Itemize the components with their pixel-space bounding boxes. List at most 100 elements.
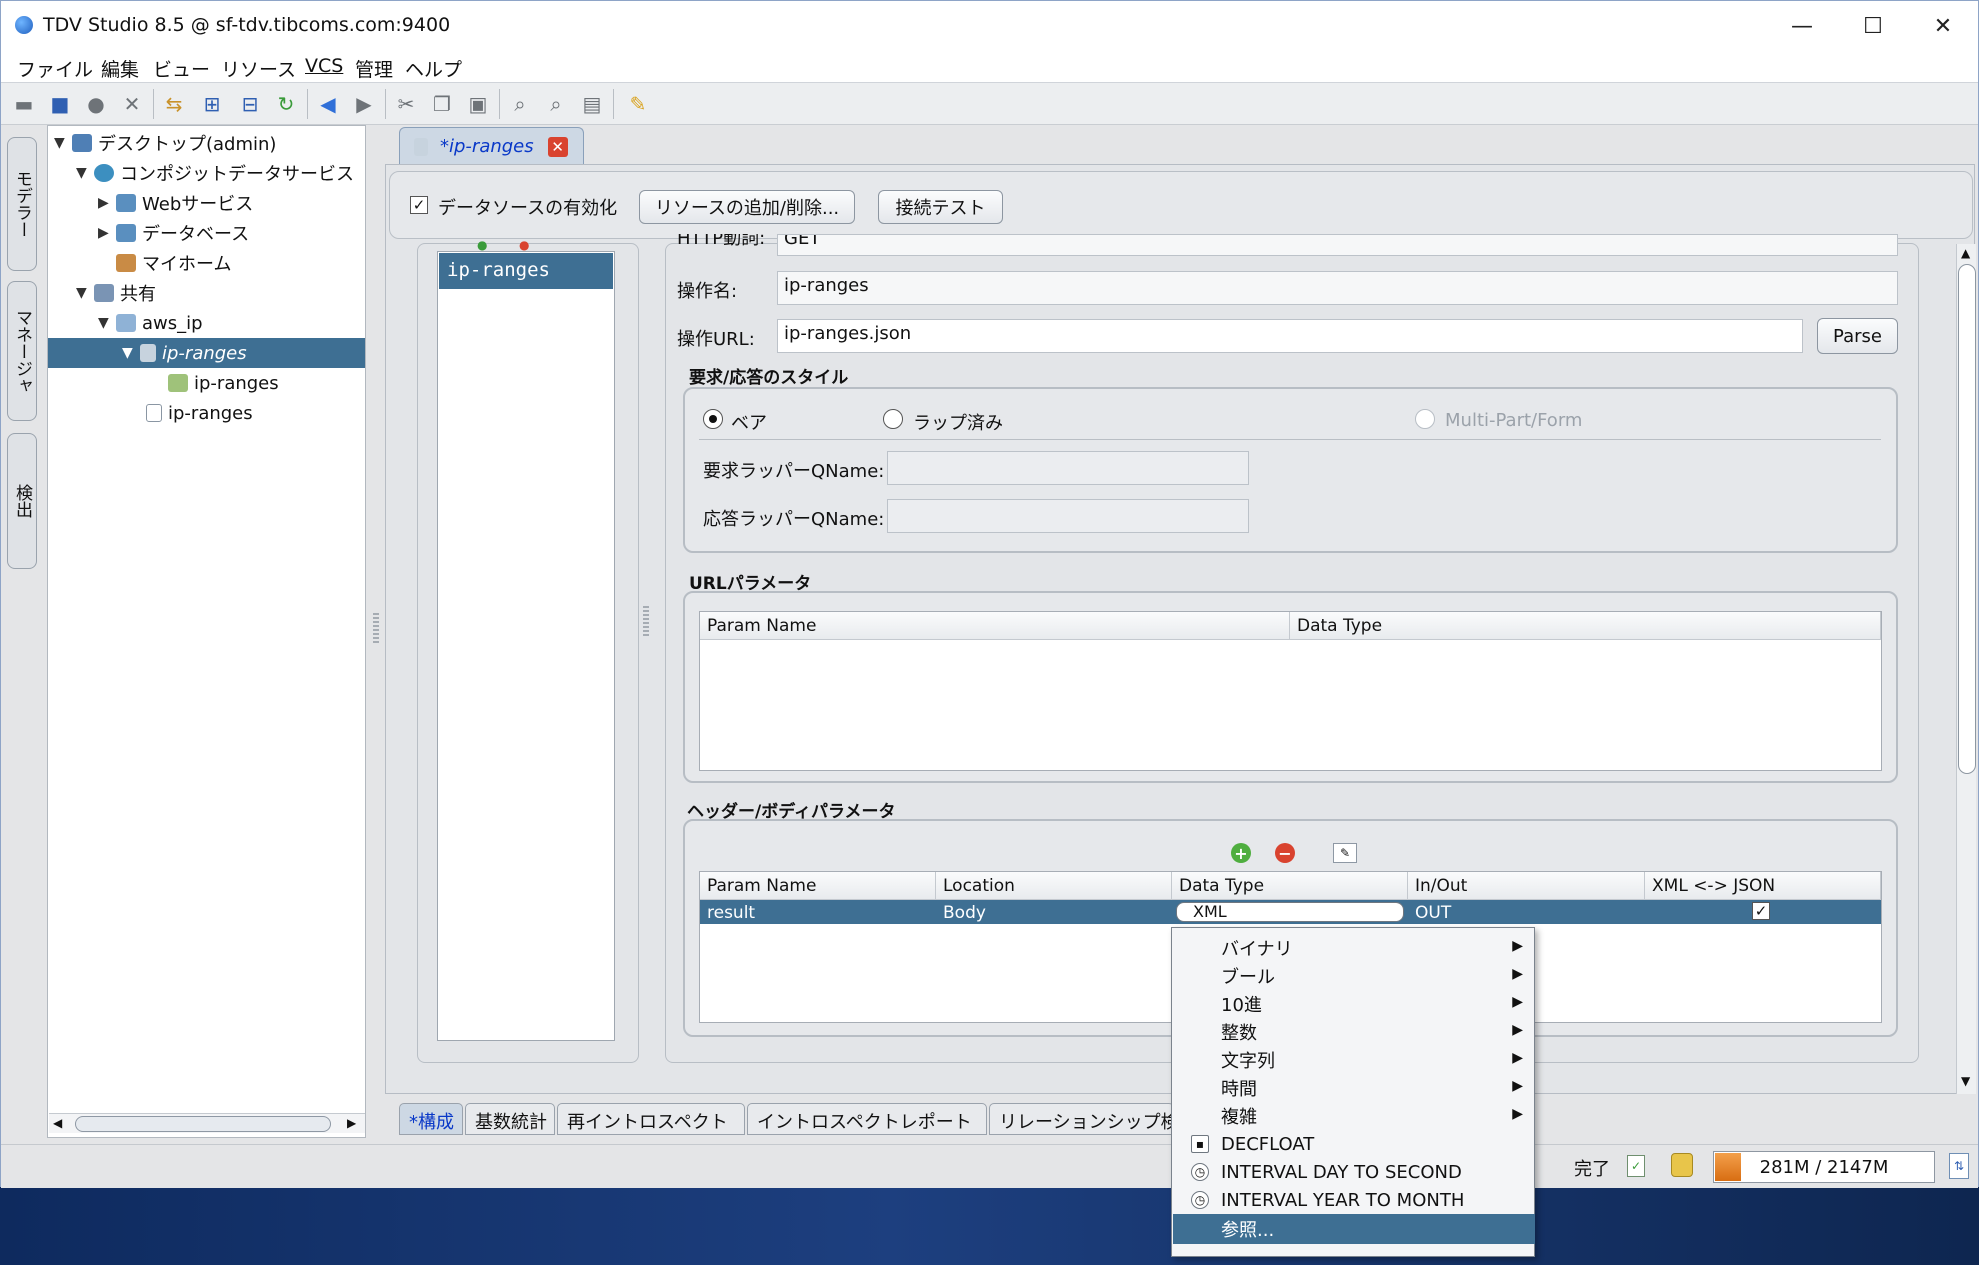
col-in-out[interactable]: In/Out bbox=[1408, 872, 1645, 900]
menu-item-decfloat[interactable]: ▪ DECFLOAT bbox=[1173, 1130, 1535, 1158]
menu-item-complex[interactable]: 複雑 ▶ bbox=[1173, 1102, 1535, 1130]
expanded-triangle-icon[interactable]: ▼ bbox=[76, 165, 94, 181]
col-param-name[interactable]: Param Name bbox=[700, 872, 936, 900]
operation-name-input[interactable]: ip-ranges bbox=[777, 271, 1898, 305]
operation-item-ip-ranges[interactable]: ip-ranges bbox=[439, 253, 613, 289]
url-param-name-header[interactable]: Param Name bbox=[700, 612, 1290, 640]
url-param-type-header[interactable]: Data Type bbox=[1290, 612, 1881, 640]
refresh-icon[interactable]: ↻ bbox=[273, 91, 299, 117]
garbage-collect-icon[interactable]: ⇅ bbox=[1949, 1153, 1969, 1179]
tree-item-composite-data-services[interactable]: ▼ コンポジットデータサービス bbox=[48, 158, 365, 188]
expanded-triangle-icon[interactable]: ▼ bbox=[54, 135, 72, 151]
menu-item-string[interactable]: 文字列 ▶ bbox=[1173, 1046, 1535, 1074]
edit-param-icon[interactable]: ✎ bbox=[1333, 843, 1357, 863]
tree-item-ip-ranges-datasource[interactable]: ▼ ip-ranges bbox=[48, 338, 365, 368]
delete-icon[interactable]: ✕ bbox=[119, 91, 145, 117]
collapse-icon[interactable]: ⊟ bbox=[237, 91, 263, 117]
enable-datasource-checkbox[interactable]: ✓ bbox=[410, 196, 428, 214]
forward-arrow-icon[interactable]: ▶ bbox=[351, 91, 377, 117]
side-tab-manager[interactable]: マネージャ bbox=[7, 281, 37, 421]
menu-item-interval-day-to-second[interactable]: ◷ INTERVAL DAY TO SECOND bbox=[1173, 1158, 1535, 1186]
menu-edit[interactable]: 編集 bbox=[101, 55, 139, 82]
tab-close-icon[interactable]: ✕ bbox=[547, 136, 568, 157]
remove-operation-icon[interactable]: ● bbox=[519, 238, 529, 252]
add-param-icon[interactable]: + bbox=[1231, 843, 1251, 863]
tab-cardinality-stats[interactable]: 基数統計 bbox=[465, 1103, 555, 1135]
editor-vertical-scrollbar[interactable]: ▲ ▼ bbox=[1956, 244, 1976, 1094]
tree-item-desktop[interactable]: ▼ デスクトップ(admin) bbox=[48, 128, 365, 158]
maximize-button[interactable]: ☐ bbox=[1838, 1, 1908, 51]
response-wrapper-qname-input[interactable] bbox=[887, 499, 1249, 533]
cut-icon[interactable]: ✂ bbox=[393, 91, 419, 117]
save-all-icon[interactable]: ● bbox=[83, 91, 109, 117]
parse-button[interactable]: Parse bbox=[1817, 318, 1898, 354]
multipart-radio[interactable] bbox=[1415, 409, 1435, 429]
menu-view[interactable]: ビュー bbox=[153, 55, 210, 82]
open-folder-icon[interactable]: ▬ bbox=[11, 91, 37, 117]
menu-vcs[interactable]: VCS bbox=[305, 55, 343, 77]
scroll-thumb[interactable] bbox=[75, 1116, 331, 1132]
save-icon[interactable]: ■ bbox=[47, 91, 73, 117]
paste-icon[interactable]: ▣ bbox=[465, 91, 491, 117]
copy-icon[interactable]: ❐ bbox=[429, 91, 455, 117]
http-method-select[interactable]: GET bbox=[777, 234, 1898, 256]
add-remove-resource-button[interactable]: リソースの追加/削除... bbox=[639, 190, 855, 224]
menu-resource[interactable]: リソース bbox=[221, 55, 296, 82]
tree-horizontal-scrollbar[interactable]: ◀ ▶ bbox=[49, 1113, 365, 1133]
tree-item-ip-ranges-operation[interactable]: ip-ranges bbox=[48, 368, 365, 398]
request-wrapper-qname-input[interactable] bbox=[887, 451, 1249, 485]
note-edit-icon[interactable]: ✎ bbox=[625, 91, 651, 117]
menu-item-decimal[interactable]: 10進 ▶ bbox=[1173, 990, 1535, 1018]
menu-admin[interactable]: 管理 bbox=[355, 55, 393, 82]
panel-splitter[interactable] bbox=[643, 606, 649, 636]
collapsed-triangle-icon[interactable]: ▶ bbox=[98, 195, 116, 211]
document-icon[interactable]: ▤ bbox=[579, 91, 605, 117]
close-window-button[interactable]: ✕ bbox=[1908, 1, 1978, 51]
col-data-type[interactable]: Data Type bbox=[1172, 872, 1408, 900]
bare-radio[interactable] bbox=[703, 409, 723, 429]
menu-item-boolean[interactable]: ブール ▶ bbox=[1173, 962, 1535, 990]
expand-icon[interactable]: ⊞ bbox=[199, 91, 225, 117]
menu-item-interval-year-to-month[interactable]: ◷ INTERVAL YEAR TO MONTH bbox=[1173, 1186, 1535, 1214]
tree-item-databases[interactable]: ▶ データベース bbox=[48, 218, 365, 248]
tree-item-web-services[interactable]: ▶ Webサービス bbox=[48, 188, 365, 218]
scroll-left-icon[interactable]: ◀ bbox=[53, 1116, 62, 1130]
side-tab-modeler[interactable]: モデラー bbox=[7, 137, 37, 271]
scroll-right-icon[interactable]: ▶ bbox=[347, 1116, 356, 1130]
menu-item-time[interactable]: 時間 ▶ bbox=[1173, 1074, 1535, 1102]
table-row[interactable]: result Body XML OUT ✓ bbox=[700, 900, 1881, 924]
scroll-thumb[interactable] bbox=[1958, 264, 1976, 774]
panel-splitter[interactable] bbox=[373, 613, 379, 643]
tab-relationship[interactable]: リレーションシップ検 bbox=[989, 1103, 1174, 1135]
operation-url-input[interactable]: ip-ranges.json bbox=[777, 319, 1803, 353]
tab-ip-ranges[interactable]: *ip-ranges ✕ bbox=[399, 127, 584, 165]
collapsed-triangle-icon[interactable]: ▶ bbox=[98, 225, 116, 241]
scroll-up-icon[interactable]: ▲ bbox=[1961, 246, 1970, 260]
menu-help[interactable]: ヘルプ bbox=[405, 55, 462, 82]
add-operation-icon[interactable]: ● bbox=[477, 238, 487, 252]
navigate-icon[interactable]: ⇆ bbox=[161, 91, 187, 117]
tree-item-aws-ip[interactable]: ▼ aws_ip bbox=[48, 308, 365, 338]
memory-indicator[interactable]: 281M / 2147M bbox=[1713, 1151, 1935, 1183]
menu-item-browse[interactable]: 参照... bbox=[1173, 1214, 1535, 1244]
data-type-combo[interactable]: XML bbox=[1176, 902, 1404, 922]
find-next-icon[interactable]: ⌕ bbox=[543, 91, 569, 117]
expanded-triangle-icon[interactable]: ▼ bbox=[76, 285, 94, 301]
col-xml-json[interactable]: XML <-> JSON bbox=[1645, 872, 1881, 900]
minimize-button[interactable]: — bbox=[1767, 1, 1837, 51]
tree-item-ip-ranges-file[interactable]: ip-ranges bbox=[48, 398, 365, 428]
connection-test-button[interactable]: 接続テスト bbox=[878, 190, 1003, 224]
menu-file[interactable]: ファイル bbox=[17, 55, 93, 82]
menu-item-integer[interactable]: 整数 ▶ bbox=[1173, 1018, 1535, 1046]
col-location[interactable]: Location bbox=[936, 872, 1172, 900]
find-icon[interactable]: ⌕ bbox=[507, 91, 533, 117]
tab-configuration[interactable]: *構成 bbox=[399, 1103, 463, 1135]
xml-json-checkbox[interactable]: ✓ bbox=[1752, 902, 1770, 920]
tab-introspect-report[interactable]: イントロスペクトレポート bbox=[747, 1103, 987, 1135]
scroll-down-icon[interactable]: ▼ bbox=[1961, 1074, 1970, 1088]
wrapped-radio[interactable] bbox=[883, 409, 903, 429]
tree-item-my-home[interactable]: マイホーム bbox=[48, 248, 365, 278]
back-arrow-icon[interactable]: ◀ bbox=[315, 91, 341, 117]
expanded-triangle-icon[interactable]: ▼ bbox=[98, 315, 116, 331]
menu-item-binary[interactable]: バイナリ ▶ bbox=[1173, 934, 1535, 962]
